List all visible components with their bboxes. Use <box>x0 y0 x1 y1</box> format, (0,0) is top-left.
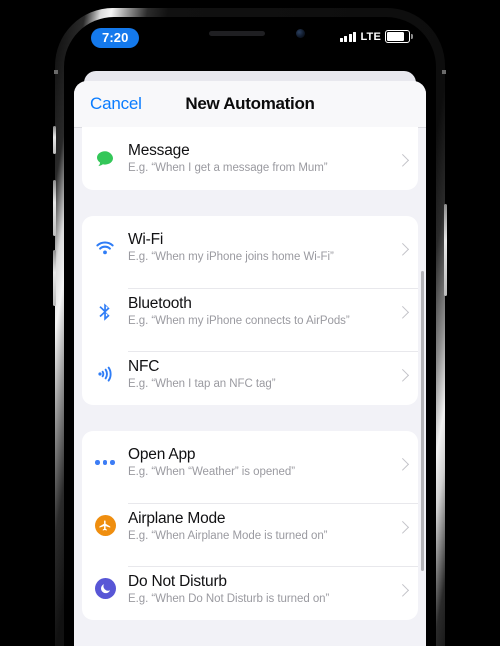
wifi-icon <box>82 236 128 260</box>
list-item-title: NFC <box>128 357 160 375</box>
list-item-subtitle: E.g. “When my iPhone joins home Wi-Fi” <box>128 251 334 263</box>
airplane-mode-icon <box>82 515 128 536</box>
list-item-subtitle: E.g. “When I tap an NFC tag” <box>128 377 276 390</box>
volume-down-button[interactable] <box>53 250 56 306</box>
mute-switch-button[interactable] <box>53 126 56 154</box>
list-item-wifi[interactable]: Wi-Fi E.g. “When my iPhone joins home Wi… <box>82 216 418 279</box>
list-item-text: Bluetooth E.g. “When my iPhone connects … <box>128 287 418 334</box>
front-camera-icon <box>296 29 305 38</box>
power-button[interactable] <box>444 204 447 296</box>
trigger-list-scroll-area[interactable]: Message E.g. “When I get a message from … <box>74 127 426 646</box>
status-right-cluster: LTE <box>339 30 413 43</box>
list-item-airplane-mode[interactable]: Airplane Mode E.g. “When Airplane Mode i… <box>82 494 418 557</box>
list-item-nfc[interactable]: NFC E.g. “When I tap an NFC tag” <box>82 342 418 405</box>
list-item-subtitle: E.g. “When Do Not Disturb is turned on” <box>128 592 330 605</box>
antenna-band-left <box>54 70 58 74</box>
list-item-text: Open App E.g. “When “Weather” is opened” <box>128 440 418 485</box>
list-item-open-app[interactable]: Open App E.g. “When “Weather” is opened” <box>82 431 418 494</box>
list-item-title: Open App <box>128 446 196 463</box>
status-time-pill[interactable]: 7:20 <box>91 28 140 48</box>
list-item-title: Airplane Mode <box>128 509 226 527</box>
list-item-subtitle: E.g. “When I get a message from Mum” <box>128 162 328 174</box>
list-item-subtitle: E.g. “When Airplane Mode is turned on” <box>128 529 328 542</box>
antenna-band-right <box>442 70 446 74</box>
open-app-dots-icon <box>82 460 128 465</box>
list-item-title: Bluetooth <box>128 294 192 312</box>
device-screen: 7:20 LTE Cancel New Automation Message E… <box>68 21 432 646</box>
list-item-do-not-disturb[interactable]: Do Not Disturb E.g. “When Do Not Disturb… <box>82 557 418 620</box>
list-item-subtitle: E.g. “When “Weather” is opened” <box>128 466 295 478</box>
new-automation-sheet: Cancel New Automation Message E.g. “When… <box>74 81 426 646</box>
sheet-navigation-bar: Cancel New Automation <box>74 81 426 128</box>
settings-group: Open App E.g. “When “Weather” is opened” <box>82 431 418 620</box>
list-item-text: Message E.g. “When I get a message from … <box>128 136 418 181</box>
messaging-group: Message E.g. “When I get a message from … <box>82 127 418 190</box>
do-not-disturb-moon-icon <box>82 578 128 599</box>
cancel-button[interactable]: Cancel <box>90 94 142 114</box>
bluetooth-icon <box>82 299 128 323</box>
list-item-title: Do Not Disturb <box>128 572 227 590</box>
list-item-subtitle: E.g. “When my iPhone connects to AirPods… <box>128 314 350 327</box>
volume-up-button[interactable] <box>53 180 56 236</box>
list-item-title: Message <box>128 142 190 159</box>
vertical-scrollbar[interactable] <box>421 271 424 571</box>
battery-icon <box>385 30 413 43</box>
message-bubble-icon <box>82 147 128 171</box>
list-item-message[interactable]: Message E.g. “When I get a message from … <box>82 127 418 190</box>
list-item-text: NFC E.g. “When I tap an NFC tag” <box>128 350 418 397</box>
list-item-text: Do Not Disturb E.g. “When Do Not Disturb… <box>128 565 418 612</box>
list-item-title: Wi-Fi <box>128 231 164 248</box>
nfc-icon <box>82 362 128 386</box>
list-item-text: Airplane Mode E.g. “When Airplane Mode i… <box>128 502 418 549</box>
list-item-text: Wi-Fi E.g. “When my iPhone joins home Wi… <box>128 225 418 270</box>
notch <box>171 21 329 47</box>
screenshot-stage: 7:20 LTE Cancel New Automation Message E… <box>0 0 500 646</box>
device-bezel: 7:20 LTE Cancel New Automation Message E… <box>64 17 436 646</box>
iphone-device-frame: 7:20 LTE Cancel New Automation Message E… <box>53 8 447 646</box>
earpiece-speaker-icon <box>209 31 265 36</box>
carrier-label: LTE <box>360 30 381 43</box>
list-item-bluetooth[interactable]: Bluetooth E.g. “When my iPhone connects … <box>82 279 418 342</box>
connectivity-group: Wi-Fi E.g. “When my iPhone joins home Wi… <box>82 216 418 405</box>
cellular-bars-icon <box>339 31 357 42</box>
